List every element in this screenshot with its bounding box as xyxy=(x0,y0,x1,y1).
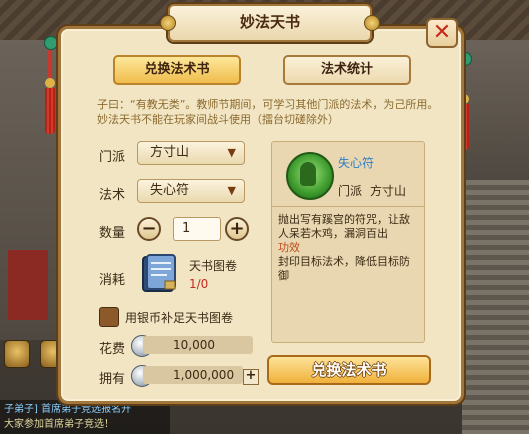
window-title: 妙法天书 xyxy=(160,4,380,42)
scroll-book-icon[interactable] xyxy=(137,251,181,295)
cost-label: 花费 xyxy=(99,342,126,357)
silver-fill-checkbox[interactable] xyxy=(99,307,119,327)
chevron-down-icon: ▼ xyxy=(227,146,236,159)
tab-spell-stats[interactable]: 法术统计 xyxy=(283,55,411,85)
left-tassel xyxy=(44,36,58,134)
skill-sect-value: 方寸山 xyxy=(370,184,407,198)
cost-value: 10,000 xyxy=(143,336,253,354)
quantity-label: 数量 xyxy=(99,226,126,241)
spell-value: 失心符 xyxy=(150,183,190,198)
chat-line: 子弟子] 首席弟子竞选报名开 xyxy=(4,404,132,415)
quantity-input[interactable]: 1 xyxy=(173,217,221,241)
sect-value: 方寸山 xyxy=(150,145,190,160)
skill-sect-label: 门派 xyxy=(338,184,363,198)
sect-select[interactable]: 方寸山 ▼ xyxy=(137,141,245,165)
decrease-button[interactable]: − xyxy=(137,217,161,241)
checkbox-label: 用银币补足天书图卷 xyxy=(125,311,234,325)
skill-effect-heading: 功效 xyxy=(278,241,300,254)
spell-icon xyxy=(286,152,334,200)
skill-description: 抛出写有蹊宫的符咒，让敌人呆若木鸡，漏洞百出 功效 封印目标法术，降低目标防御 xyxy=(272,206,424,342)
description-text: 子曰：“有教无类”。教师节期间，可学习其他门派的法术，为己所用。妙法天书不能在玩… xyxy=(97,98,439,126)
own-value: 1,000,000 xyxy=(143,366,243,384)
item-count: 1/0 xyxy=(189,277,209,291)
chat-line: 大家参加首席弟子竞选！ xyxy=(4,419,114,430)
chat-box[interactable]: 子弟子] 首席弟子竞选报名开 大家参加首席弟子竞选！ xyxy=(0,400,170,434)
stone-stairs xyxy=(462,180,529,434)
increase-button[interactable]: + xyxy=(225,217,249,241)
chevron-down-icon: ▼ xyxy=(227,184,236,197)
exchange-button[interactable]: 兑换法术书 xyxy=(267,355,431,385)
spell-select[interactable]: 失心符 ▼ xyxy=(137,179,245,203)
skill-sect: 门派 方寸山 xyxy=(338,182,406,199)
skill-card: 失心符 门派 方寸山 抛出写有蹊宫的符咒，让敌人呆若木鸡，漏洞百出 功效 封印目标… xyxy=(271,141,425,343)
own-label: 拥有 xyxy=(99,372,126,387)
tab-exchange-book[interactable]: 兑换法术书 xyxy=(113,55,241,85)
item-name: 天书图卷 xyxy=(189,259,238,273)
skill-desc-line: 抛出写有蹊宫的符咒，让敌人呆若木鸡，漏洞百出 xyxy=(278,213,410,240)
right-building xyxy=(462,40,529,180)
close-icon: ✕ xyxy=(432,20,452,45)
skill-name: 失心符 xyxy=(338,156,375,170)
sect-label: 门派 xyxy=(99,150,126,165)
red-pillar xyxy=(8,250,48,320)
consume-label: 消耗 xyxy=(99,273,126,288)
spell-label: 法术 xyxy=(99,188,126,203)
skill-desc-line: 封印目标法术，降低目标防御 xyxy=(278,255,410,282)
dialog-panel: 兑换法术书 法术统计 子曰：“有教无类”。教师节期间，可学习其他门派的法术，为己… xyxy=(58,26,464,404)
close-button[interactable]: ✕ xyxy=(426,18,458,48)
helmet-icon[interactable] xyxy=(4,340,30,368)
add-silver-button[interactable]: + xyxy=(243,369,259,385)
